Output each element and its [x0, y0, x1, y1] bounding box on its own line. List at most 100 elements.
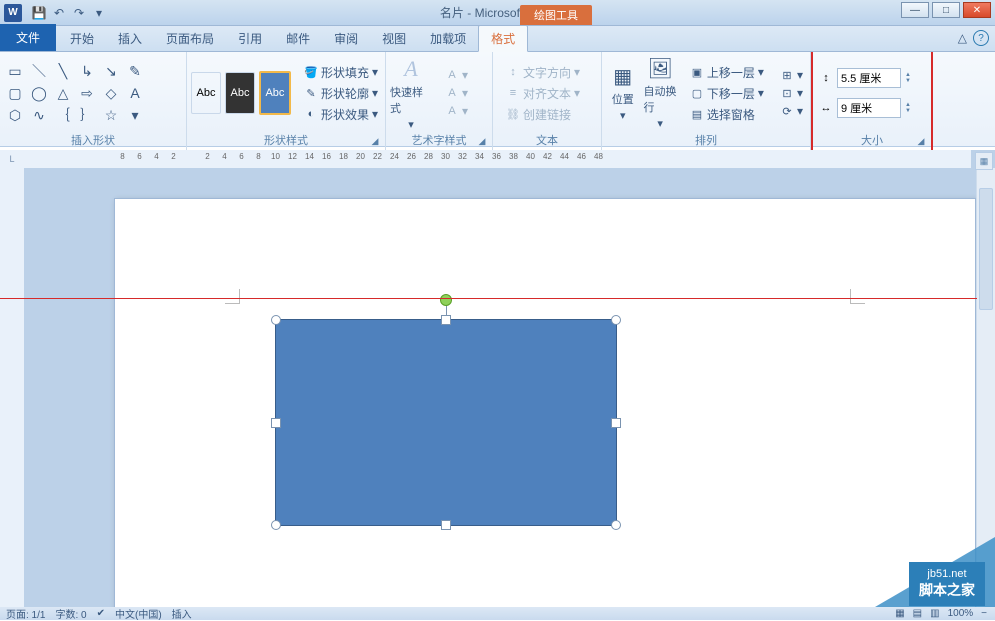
shape-textbox-icon[interactable]: ▭: [4, 61, 26, 81]
shape-fill-button[interactable]: 🪣形状填充 ▾: [301, 62, 381, 83]
shape-brace-icon[interactable]: ｛: [52, 105, 74, 125]
maximize-button[interactable]: □: [932, 2, 960, 18]
gallery-more-icon[interactable]: ▾: [124, 105, 146, 125]
tab-references[interactable]: 引用: [226, 26, 274, 51]
resize-handle-s[interactable]: [441, 520, 451, 530]
bring-forward-button[interactable]: ▣上移一层 ▾: [687, 62, 767, 83]
shape-curve-icon[interactable]: ∿: [28, 105, 50, 125]
position-button[interactable]: ▦位置▾: [606, 62, 639, 124]
align-button[interactable]: ⊞▾: [777, 66, 806, 84]
scrollbar-thumb[interactable]: [979, 188, 993, 310]
align-text-button[interactable]: ≡对齐文本 ▾: [503, 83, 583, 104]
shape-star-icon[interactable]: ☆: [100, 105, 122, 125]
resize-handle-nw[interactable]: [271, 315, 281, 325]
shape-oval-icon[interactable]: ◯: [28, 83, 50, 103]
undo-icon[interactable]: ↶: [50, 4, 68, 22]
shape-outline-button[interactable]: ✎形状轮廓 ▾: [301, 83, 381, 104]
status-page[interactable]: 页面: 1/1: [6, 606, 45, 621]
selected-rectangle-shape[interactable]: [275, 319, 617, 526]
shape-connector2-icon[interactable]: ↘: [100, 61, 122, 81]
shape-connector-icon[interactable]: ↳: [76, 61, 98, 81]
ruler-toggle-icon[interactable]: ▦: [975, 152, 993, 170]
edit-shape-icon[interactable]: ✎: [124, 61, 146, 81]
link-icon: ⛓: [506, 107, 520, 121]
width-spinner[interactable]: ▲▼: [905, 102, 911, 114]
status-words[interactable]: 字数: 0: [55, 606, 86, 621]
create-link-button[interactable]: ⛓创建链接: [503, 104, 583, 125]
shape-rect-icon[interactable]: ▢: [4, 83, 26, 103]
textbox-icon[interactable]: A: [124, 83, 146, 103]
dialog-launcher-icon[interactable]: ◢: [915, 136, 927, 148]
shape-diamond-icon[interactable]: ◇: [100, 83, 122, 103]
group-arrange: ▦位置▾ 🖼自动换行▾ ▣上移一层 ▾ ▢下移一层 ▾ ▤选择窗格 ⊞▾ ⊡▾ …: [602, 52, 811, 150]
text-outline-button[interactable]: A▾: [442, 84, 471, 102]
shape-arrow-icon[interactable]: ⇨: [76, 83, 98, 103]
align-text-icon: ≡: [506, 86, 520, 100]
style-preset-1[interactable]: Abc: [191, 72, 221, 114]
send-backward-button[interactable]: ▢下移一层 ▾: [687, 83, 767, 104]
text-effects-button[interactable]: A▾: [442, 102, 471, 120]
resize-handle-sw[interactable]: [271, 520, 281, 530]
shape-triangle-icon[interactable]: △: [52, 83, 74, 103]
style-preset-3[interactable]: Abc: [259, 71, 291, 115]
group-button[interactable]: ⊡▾: [777, 84, 806, 102]
wrap-text-button[interactable]: 🖼自动换行▾: [643, 62, 676, 124]
resize-handle-w[interactable]: [271, 418, 281, 428]
rotate-button[interactable]: ⟳▾: [777, 102, 806, 120]
close-button[interactable]: ✕: [963, 2, 991, 18]
shape-brace2-icon[interactable]: ｝: [76, 105, 98, 125]
view-web-icon[interactable]: ▥: [930, 608, 939, 619]
zoom-value[interactable]: 100%: [948, 608, 974, 619]
resize-handle-e[interactable]: [611, 418, 621, 428]
text-direction-button[interactable]: ↕文字方向 ▾: [503, 62, 583, 83]
tab-review[interactable]: 审阅: [322, 26, 370, 51]
align-icon: ⊞: [780, 68, 794, 82]
qat-dropdown-icon[interactable]: ▾: [90, 4, 108, 22]
tab-insert[interactable]: 插入: [106, 26, 154, 51]
page[interactable]: [114, 198, 976, 607]
save-icon[interactable]: 💾: [30, 4, 48, 22]
shape-line-icon[interactable]: ＼: [28, 61, 50, 81]
minimize-ribbon-icon[interactable]: △: [958, 31, 967, 45]
shape-effects-button[interactable]: ◐形状效果 ▾: [301, 104, 381, 125]
tab-page-layout[interactable]: 页面布局: [154, 26, 226, 51]
redo-icon[interactable]: ↷: [70, 4, 88, 22]
tab-format[interactable]: 格式: [478, 25, 528, 52]
shape-line2-icon[interactable]: ╲: [52, 61, 74, 81]
wrap-icon: 🖼: [647, 56, 672, 81]
tab-home[interactable]: 开始: [58, 26, 106, 51]
dialog-launcher-icon[interactable]: ◢: [476, 136, 488, 148]
shape-gallery[interactable]: ▭ ＼ ╲ ↳ ↘ ✎ ▢ ◯ △ ⇨ ◇ A ⬡ ∿ ｛ ｝ ☆ ▾: [4, 61, 146, 125]
shape-hex-icon[interactable]: ⬡: [4, 105, 26, 125]
resize-handle-n[interactable]: [441, 315, 451, 325]
vertical-ruler[interactable]: [0, 168, 25, 607]
tab-view[interactable]: 视图: [370, 26, 418, 51]
shape-height-input[interactable]: [837, 68, 901, 88]
horizontal-ruler[interactable]: 8642246810121416182022242628303234363840…: [24, 150, 971, 169]
resize-handle-ne[interactable]: [611, 315, 621, 325]
style-preset-2[interactable]: Abc: [225, 72, 255, 114]
status-lang[interactable]: 中文(中国): [115, 606, 162, 621]
minimize-button[interactable]: —: [901, 2, 929, 18]
vertical-scrollbar[interactable]: [976, 168, 995, 607]
tab-addins[interactable]: 加载项: [418, 26, 478, 51]
view-print-icon[interactable]: ▦: [895, 608, 904, 619]
view-read-icon[interactable]: ▤: [913, 608, 922, 619]
selection-pane-button[interactable]: ▤选择窗格: [687, 104, 767, 125]
resize-handle-se[interactable]: [611, 520, 621, 530]
document-area[interactable]: [24, 168, 977, 607]
shape-width-input[interactable]: [837, 98, 901, 118]
text-fill-button[interactable]: A▾: [442, 66, 471, 84]
status-proof-icon[interactable]: ✔: [97, 608, 105, 619]
zoom-out-icon[interactable]: −: [981, 608, 987, 619]
height-spinner[interactable]: ▲▼: [905, 72, 911, 84]
quick-styles-button[interactable]: A 快速样式▾: [390, 62, 432, 124]
tab-file[interactable]: 文件: [0, 24, 56, 51]
quick-access-toolbar: 💾 ↶ ↷ ▾: [30, 4, 108, 22]
dialog-launcher-icon[interactable]: ◢: [369, 136, 381, 148]
status-mode[interactable]: 插入: [172, 606, 192, 621]
help-icon[interactable]: ?: [973, 30, 989, 46]
ruler-corner[interactable]: L: [0, 150, 25, 169]
tab-mailings[interactable]: 邮件: [274, 26, 322, 51]
rotation-handle[interactable]: [440, 294, 452, 306]
